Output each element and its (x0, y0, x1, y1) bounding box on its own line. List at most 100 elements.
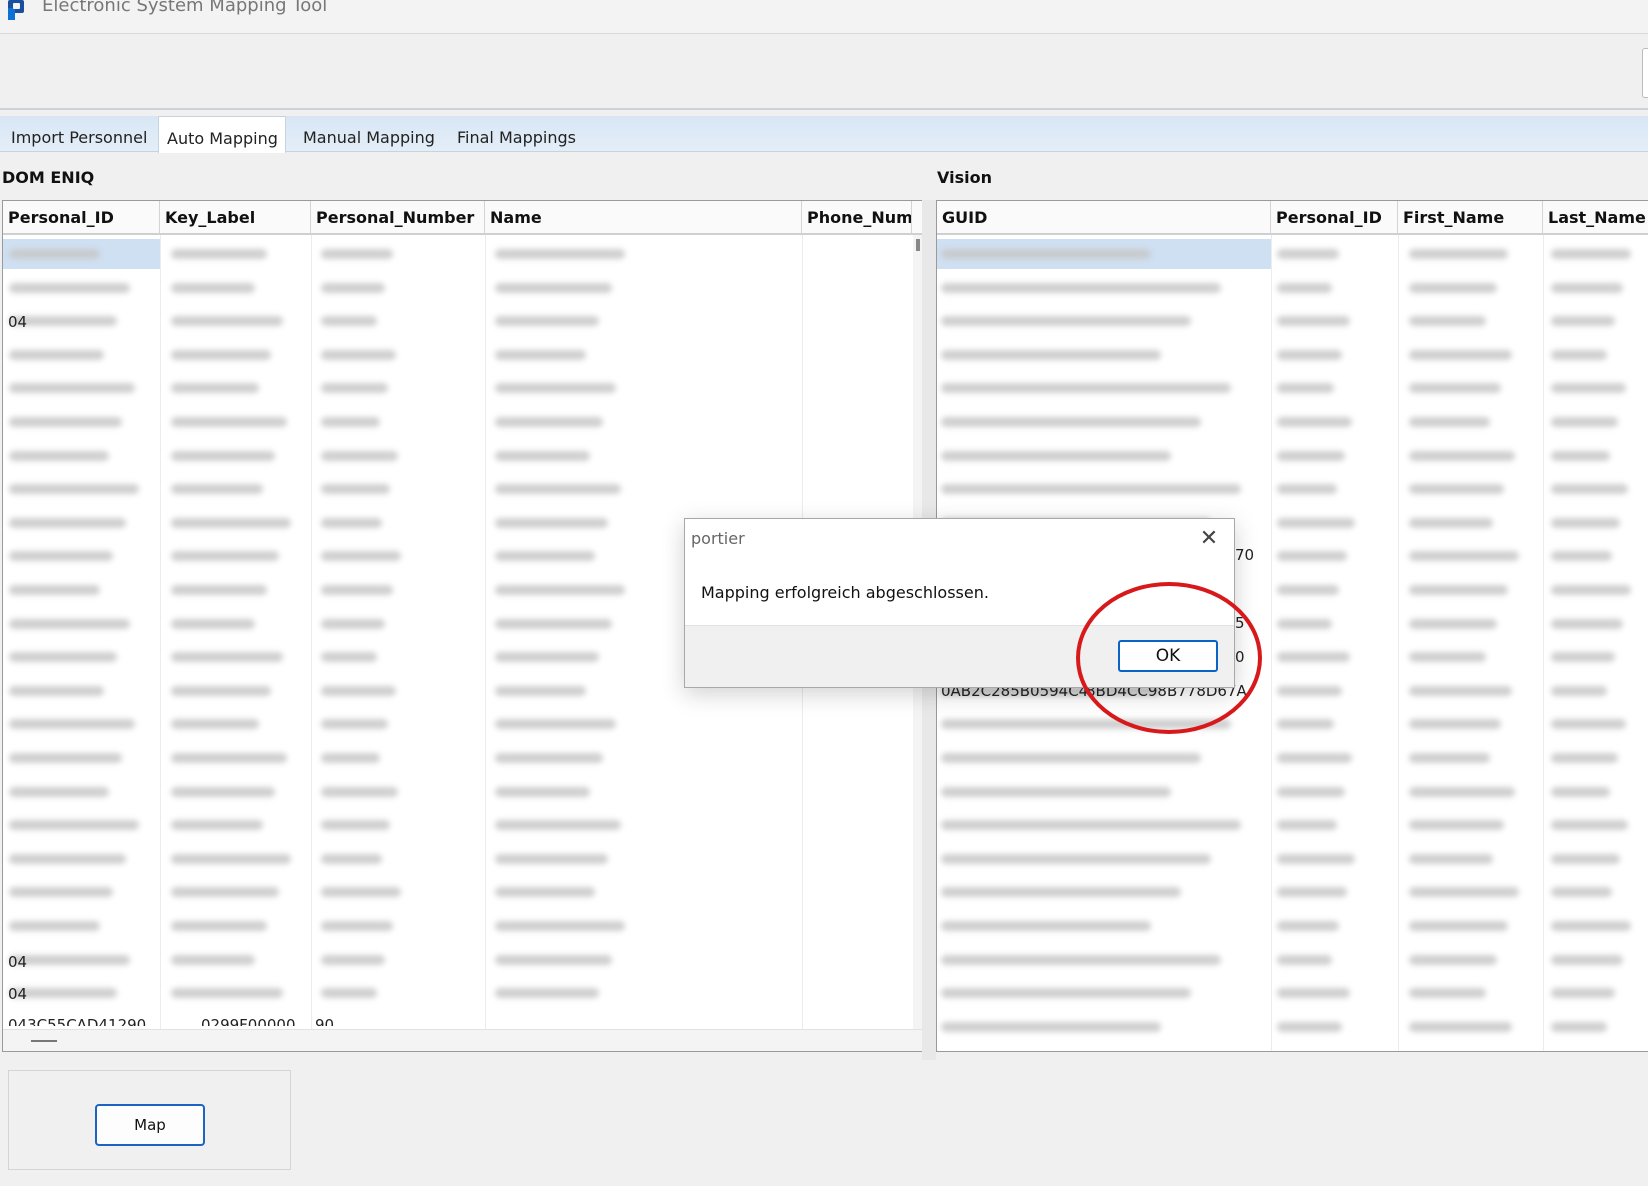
column-header-key-label[interactable]: Key_Label (160, 201, 311, 235)
map-button[interactable]: Map (95, 1104, 205, 1146)
dialog-footer: OK (685, 625, 1234, 687)
table-row[interactable] (937, 875, 1648, 909)
redacted-cell (1409, 249, 1508, 259)
redacted-cell (495, 652, 599, 663)
table-row[interactable] (937, 943, 1648, 977)
column-header-personal-id[interactable]: Personal_ID (3, 201, 160, 235)
redacted-cell (171, 954, 255, 965)
redacted-cell (9, 719, 135, 730)
partial-text: 90 (315, 1018, 334, 1026)
table-row[interactable] (937, 439, 1648, 473)
table-row[interactable] (3, 304, 925, 338)
redacted-cell (1277, 249, 1339, 259)
column-header-last-name[interactable]: Last_Name (1543, 201, 1648, 235)
redacted-cell (1277, 853, 1355, 864)
redacted-cell (495, 484, 621, 495)
table-row[interactable] (937, 338, 1648, 372)
table-row[interactable] (3, 976, 925, 1010)
redacted-cell (1551, 249, 1631, 259)
redacted-cell (171, 484, 263, 495)
table-row[interactable] (937, 405, 1648, 439)
tab-import-personnel[interactable]: Import Personnel (0, 116, 158, 152)
redacted-cell (9, 349, 104, 360)
redacted-cell (9, 786, 109, 797)
tab-final-mappings[interactable]: Final Mappings (448, 116, 588, 152)
table-row[interactable] (3, 405, 925, 439)
table-row[interactable] (937, 909, 1648, 943)
redacted-cell (321, 887, 401, 898)
redacted-cell (1551, 1021, 1607, 1032)
table-row[interactable] (3, 808, 925, 842)
column-header-first-name[interactable]: First_Name (1398, 201, 1543, 235)
table-row[interactable] (937, 775, 1648, 809)
redacted-cell (1409, 954, 1497, 965)
table-row[interactable] (937, 976, 1648, 1010)
redacted-cell (9, 282, 130, 293)
table-row[interactable] (3, 371, 925, 405)
table-row[interactable] (937, 237, 1648, 271)
redacted-cell (1551, 551, 1612, 562)
table-row[interactable] (3, 741, 925, 775)
table-row[interactable] (3, 943, 925, 977)
redacted-cell (321, 249, 393, 259)
table-row[interactable] (937, 304, 1648, 338)
redacted-cell (171, 517, 291, 528)
toolbar-edge-control[interactable] (1642, 48, 1648, 98)
table-row[interactable] (937, 1010, 1648, 1044)
redacted-cell (9, 820, 139, 831)
redacted-cell (321, 753, 380, 763)
table-row[interactable] (3, 875, 925, 909)
table-row[interactable] (937, 741, 1648, 775)
redacted-cell (1551, 652, 1615, 663)
column-header-guid[interactable]: GUID (937, 201, 1271, 235)
table-row[interactable] (3, 775, 925, 809)
redacted-cell (171, 282, 255, 293)
redacted-cell (1551, 585, 1631, 595)
redacted-cell (1409, 887, 1519, 898)
tab-auto-mapping[interactable]: Auto Mapping (158, 116, 286, 153)
column-header-personal-id[interactable]: Personal_ID (1271, 201, 1398, 235)
column-header-name[interactable]: Name (485, 201, 802, 235)
table-row[interactable] (937, 707, 1648, 741)
table-row[interactable] (3, 909, 925, 943)
table-row[interactable] (3, 472, 925, 506)
redacted-cell (1277, 954, 1332, 965)
redacted-cell (1277, 685, 1342, 696)
close-icon[interactable]: ✕ (1194, 525, 1224, 551)
redacted-cell (1409, 585, 1508, 595)
table-row[interactable] (3, 439, 925, 473)
redacted-cell (321, 618, 385, 629)
redacted-cell (1409, 349, 1512, 360)
table-row[interactable] (937, 472, 1648, 506)
table-row[interactable] (3, 271, 925, 305)
redacted-cell (1277, 753, 1352, 763)
redacted-cell (495, 853, 608, 864)
redacted-cell (495, 954, 612, 965)
horizontal-scrollbar[interactable] (3, 1029, 925, 1051)
table-row[interactable] (937, 371, 1648, 405)
table-row[interactable] (3, 707, 925, 741)
tab-manual-mapping[interactable]: Manual Mapping (295, 116, 445, 152)
table-row[interactable] (937, 842, 1648, 876)
table-row[interactable] (3, 237, 925, 271)
redacted-cell (321, 282, 385, 293)
redacted-cell (171, 349, 271, 360)
column-header-personal-number[interactable]: Personal_Number (311, 201, 485, 235)
redacted-cell (1277, 618, 1332, 629)
redacted-cell (495, 282, 612, 293)
redacted-cell (941, 484, 1241, 495)
redacted-cell (495, 249, 625, 259)
table-row[interactable] (937, 271, 1648, 305)
redacted-cell (171, 853, 291, 864)
redacted-cell (495, 316, 599, 327)
redacted-cell (9, 551, 113, 562)
column-header-phone-num[interactable]: Phone_Num (802, 201, 912, 235)
table-row[interactable] (3, 842, 925, 876)
redacted-cell (495, 349, 586, 360)
table-row[interactable] (3, 338, 925, 372)
redacted-cell (495, 383, 616, 394)
redacted-cell (1551, 786, 1610, 797)
ok-button[interactable]: OK (1118, 640, 1218, 672)
table-row[interactable] (937, 808, 1648, 842)
redacted-cell (1277, 450, 1345, 461)
